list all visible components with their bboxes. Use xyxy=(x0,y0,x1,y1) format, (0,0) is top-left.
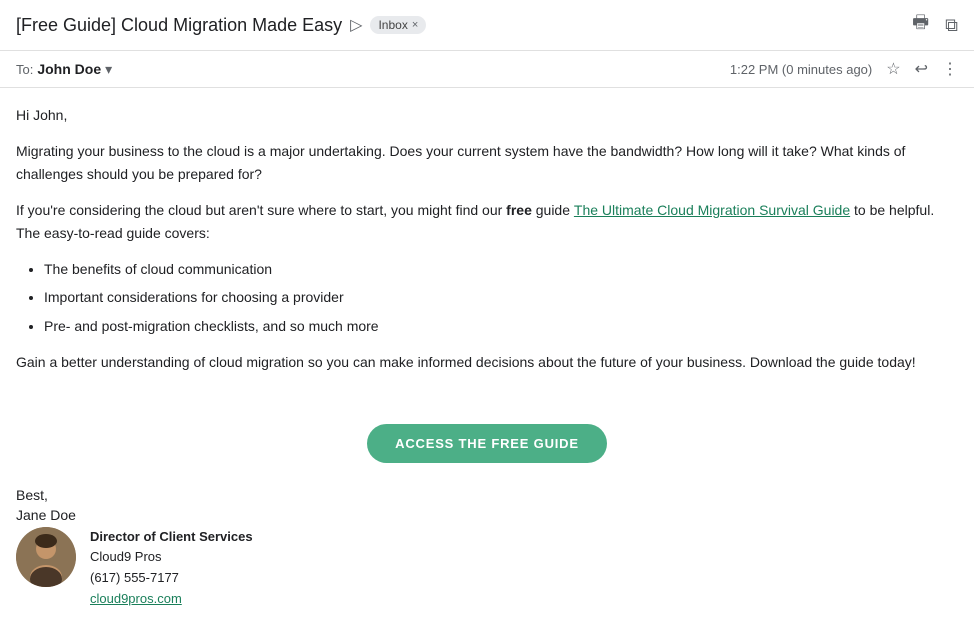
signature-section: Best, Jane Doe Director of Client Servic… xyxy=(0,487,974,626)
bullet-item-2: Important considerations for choosing a … xyxy=(44,286,944,308)
more-options-icon[interactable]: ⋮ xyxy=(942,59,958,79)
star-icon[interactable]: ☆ xyxy=(886,59,900,79)
inbox-badge: Inbox × xyxy=(370,16,426,34)
access-guide-button[interactable]: ACCESS THE FREE GUIDE xyxy=(367,424,607,463)
sig-title: Director of Client Services xyxy=(90,527,253,548)
bullet-item-3: Pre- and post-migration checklists, and … xyxy=(44,315,944,337)
paragraph2-before-bold: If you're considering the cloud but aren… xyxy=(16,202,506,218)
bullet-item-1: The benefits of cloud communication xyxy=(44,258,944,280)
to-label: To: xyxy=(16,62,33,77)
recipient-name: John Doe xyxy=(37,61,101,77)
top-bar-right: 🖶 ⧉ xyxy=(912,10,958,40)
print-icon[interactable]: 🖶 xyxy=(912,10,929,40)
sig-info: Director of Client Services Cloud9 Pros … xyxy=(90,527,253,610)
meta-bar: To: John Doe ▾ 1:22 PM (0 minutes ago) ☆… xyxy=(0,51,974,88)
forward-icon[interactable]: ▷ xyxy=(350,15,362,35)
cta-container: ACCESS THE FREE GUIDE xyxy=(0,424,974,463)
paragraph2-after-bold: guide xyxy=(532,202,574,218)
bullet-list: The benefits of cloud communication Impo… xyxy=(44,258,944,337)
meta-bar-left: To: John Doe ▾ xyxy=(16,61,112,78)
top-bar-left: [Free Guide] Cloud Migration Made Easy ▷… xyxy=(16,15,426,36)
guide-link[interactable]: The Ultimate Cloud Migration Survival Gu… xyxy=(574,202,850,218)
inbox-label: Inbox xyxy=(378,18,407,32)
paragraph2: If you're considering the cloud but aren… xyxy=(16,199,944,244)
reply-icon[interactable]: ↩ xyxy=(915,59,928,79)
recipient-chevron-icon[interactable]: ▾ xyxy=(105,61,112,78)
sig-website[interactable]: cloud9pros.com xyxy=(90,591,182,606)
timestamp: 1:22 PM (0 minutes ago) xyxy=(730,62,872,77)
sig-phone: (617) 555-7177 xyxy=(90,568,253,589)
greeting: Hi John, xyxy=(16,104,944,126)
external-link-icon[interactable]: ⧉ xyxy=(945,15,958,36)
top-bar: [Free Guide] Cloud Migration Made Easy ▷… xyxy=(0,0,974,51)
email-body: Hi John, Migrating your business to the … xyxy=(0,88,960,404)
closing-text: Best, xyxy=(16,487,958,503)
meta-bar-right: 1:22 PM (0 minutes ago) ☆ ↩ ⋮ xyxy=(730,59,958,79)
paragraph3: Gain a better understanding of cloud mig… xyxy=(16,351,944,373)
paragraph1: Migrating your business to the cloud is … xyxy=(16,140,944,185)
inbox-close-icon[interactable]: × xyxy=(412,19,418,31)
sender-name: Jane Doe xyxy=(16,507,958,523)
email-subject: [Free Guide] Cloud Migration Made Easy xyxy=(16,15,342,36)
avatar xyxy=(16,527,76,587)
paragraph2-bold: free xyxy=(506,202,532,218)
sig-company: Cloud9 Pros xyxy=(90,547,253,568)
signature-details: Director of Client Services Cloud9 Pros … xyxy=(16,527,958,610)
